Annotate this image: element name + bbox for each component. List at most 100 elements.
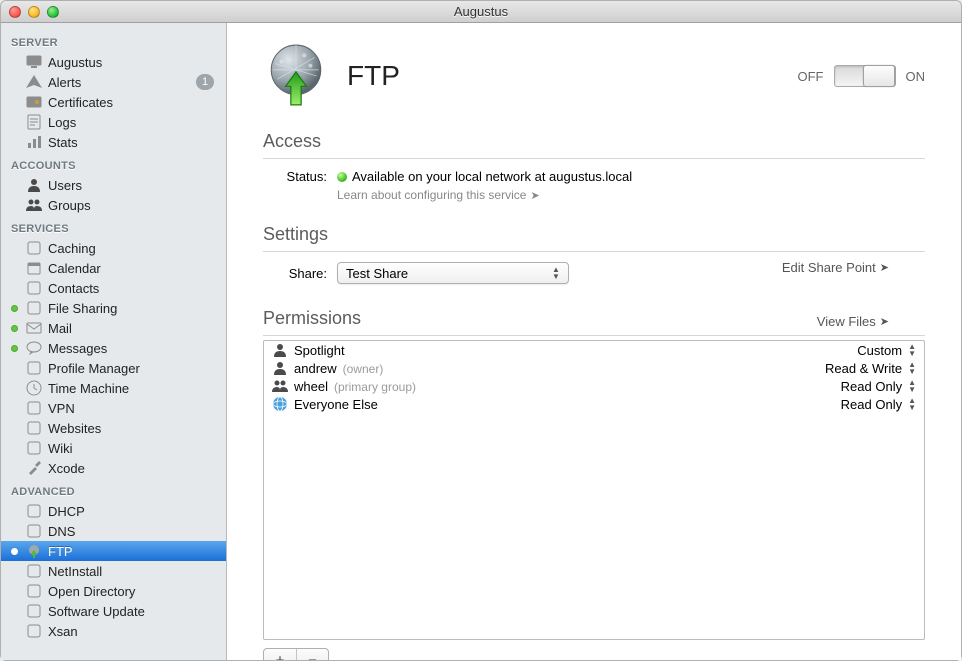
permission-row[interactable]: andrew (owner) Read & Write ▲▼ (264, 359, 924, 377)
permission-name: andrew (294, 361, 337, 376)
sidebar-item-netinstall[interactable]: NetInstall (1, 561, 226, 581)
vpn-icon (25, 400, 42, 416)
sidebar-item-open-directory[interactable]: Open Directory (1, 581, 226, 601)
main-panel: FTP OFF ON Access Status: Available on y… (227, 23, 961, 660)
opendirectory-icon (25, 583, 42, 599)
page-header: FTP OFF ON (263, 43, 925, 109)
service-toggle[interactable] (834, 65, 896, 87)
permissions-heading: Permissions (263, 308, 361, 329)
sidebar-item-contacts[interactable]: Contacts (1, 278, 226, 298)
sidebar-item-label: Alerts (48, 75, 81, 90)
sidebar-item-mail[interactable]: Mail (1, 318, 226, 338)
sidebar-item-label: DHCP (48, 504, 85, 519)
status-text: Available on your local network at augus… (352, 169, 632, 184)
logs-icon (25, 114, 42, 130)
sidebar-item-xcode[interactable]: Xcode (1, 458, 226, 478)
alert-icon (25, 74, 42, 90)
people-icon (272, 378, 288, 394)
sidebar-item-groups[interactable]: Groups (1, 195, 226, 215)
sidebar-item-users[interactable]: Users (1, 175, 226, 195)
minimize-icon[interactable] (28, 6, 40, 18)
mail-icon (25, 320, 42, 336)
sidebar-item-certificates[interactable]: Certificates (1, 92, 226, 112)
sidebar-item-augustus[interactable]: Augustus (1, 52, 226, 72)
sidebar-item-ftp[interactable]: FTP (1, 541, 226, 561)
sidebar-item-label: Certificates (48, 95, 113, 110)
sidebar-item-profile-manager[interactable]: Profile Manager (1, 358, 226, 378)
dns-icon (25, 523, 42, 539)
status-label: Status: (263, 169, 327, 184)
timemachine-icon (25, 380, 42, 396)
sidebar-item-label: DNS (48, 524, 75, 539)
sidebar-section-header: ACCOUNTS (1, 152, 226, 175)
add-button[interactable]: + (264, 649, 296, 660)
sidebar-item-calendar[interactable]: Calendar (1, 258, 226, 278)
permission-row[interactable]: wheel(primary group)Read Only▲▼ (264, 377, 924, 395)
monitor-icon (25, 54, 42, 70)
sidebar-item-dhcp[interactable]: DHCP (1, 501, 226, 521)
permission-level: Custom (857, 343, 902, 358)
chevron-right-icon: ➤ (880, 261, 889, 274)
xsan-icon (25, 623, 42, 639)
sidebar-item-label: Open Directory (48, 584, 135, 599)
sidebar-item-wiki[interactable]: Wiki (1, 438, 226, 458)
settings-heading: Settings (263, 224, 925, 245)
certificate-icon (25, 94, 42, 110)
permission-name: Spotlight (294, 343, 345, 358)
window-title: Augustus (1, 4, 961, 19)
permission-row[interactable]: Spotlight Custom ▲▼ (264, 341, 924, 359)
sidebar-item-file-sharing[interactable]: File Sharing (1, 298, 226, 318)
sidebar-item-websites[interactable]: Websites (1, 418, 226, 438)
sidebar-item-label: FTP (48, 544, 73, 559)
sidebar-item-label: File Sharing (48, 301, 117, 316)
globe-icon (272, 396, 288, 412)
status-dot-icon (11, 305, 18, 312)
permission-name: Everyone Else (294, 397, 378, 412)
sidebar-item-label: Contacts (48, 281, 99, 296)
sidebar-item-label: Augustus (48, 55, 102, 70)
edit-share-point-link[interactable]: Edit Share Point➤ (782, 260, 889, 275)
sidebar-item-label: VPN (48, 401, 75, 416)
sidebar-item-alerts[interactable]: Alerts1 (1, 72, 226, 92)
permissions-addremove: + − (263, 648, 329, 660)
permission-note: (owner) (343, 362, 384, 376)
access-heading: Access (263, 131, 925, 152)
sidebar-item-caching[interactable]: Caching (1, 238, 226, 258)
close-icon[interactable] (9, 6, 21, 18)
share-select[interactable]: Test Share ▲▼ (337, 262, 569, 284)
ftp-hero-icon (263, 43, 329, 109)
view-files-link[interactable]: View Files➤ (817, 314, 889, 329)
sidebar-item-label: Mail (48, 321, 72, 336)
sidebar-item-vpn[interactable]: VPN (1, 398, 226, 418)
stepper-icon[interactable]: ▲▼ (908, 379, 916, 393)
sidebar-item-logs[interactable]: Logs (1, 112, 226, 132)
stepper-icon[interactable]: ▲▼ (908, 343, 916, 357)
permissions-list: Spotlight Custom ▲▼ andrew (owner) Read & Wri… (263, 340, 925, 640)
sidebar-item-stats[interactable]: Stats (1, 132, 226, 152)
wiki-icon (25, 440, 42, 456)
permission-level: Read & Write (825, 361, 902, 376)
remove-button[interactable]: − (296, 649, 328, 660)
stepper-icon[interactable]: ▲▼ (908, 361, 916, 375)
status-dot-icon (337, 172, 347, 182)
learn-more-link[interactable]: Learn about configuring this service➤ (337, 188, 925, 202)
sidebar-item-dns[interactable]: DNS (1, 521, 226, 541)
sidebar-item-label: Wiki (48, 441, 73, 456)
permission-row[interactable]: Everyone ElseRead Only▲▼ (264, 395, 924, 413)
sidebar-item-software-update[interactable]: Software Update (1, 601, 226, 621)
sidebar-section-header: ADVANCED (1, 478, 226, 501)
ftp-icon (25, 543, 42, 559)
people-icon (25, 197, 42, 213)
sidebar-item-xsan[interactable]: Xsan (1, 621, 226, 641)
toggle-on-label: ON (906, 69, 926, 84)
person-icon (25, 177, 42, 193)
sidebar-item-messages[interactable]: Messages (1, 338, 226, 358)
sidebar-item-label: Logs (48, 115, 76, 130)
zoom-icon[interactable] (47, 6, 59, 18)
sidebar-item-time-machine[interactable]: Time Machine (1, 378, 226, 398)
calendar-icon (25, 260, 42, 276)
sidebar-section-header: SERVICES (1, 215, 226, 238)
dhcp-icon (25, 503, 42, 519)
stepper-icon[interactable]: ▲▼ (908, 397, 916, 411)
titlebar: Augustus (1, 1, 961, 23)
